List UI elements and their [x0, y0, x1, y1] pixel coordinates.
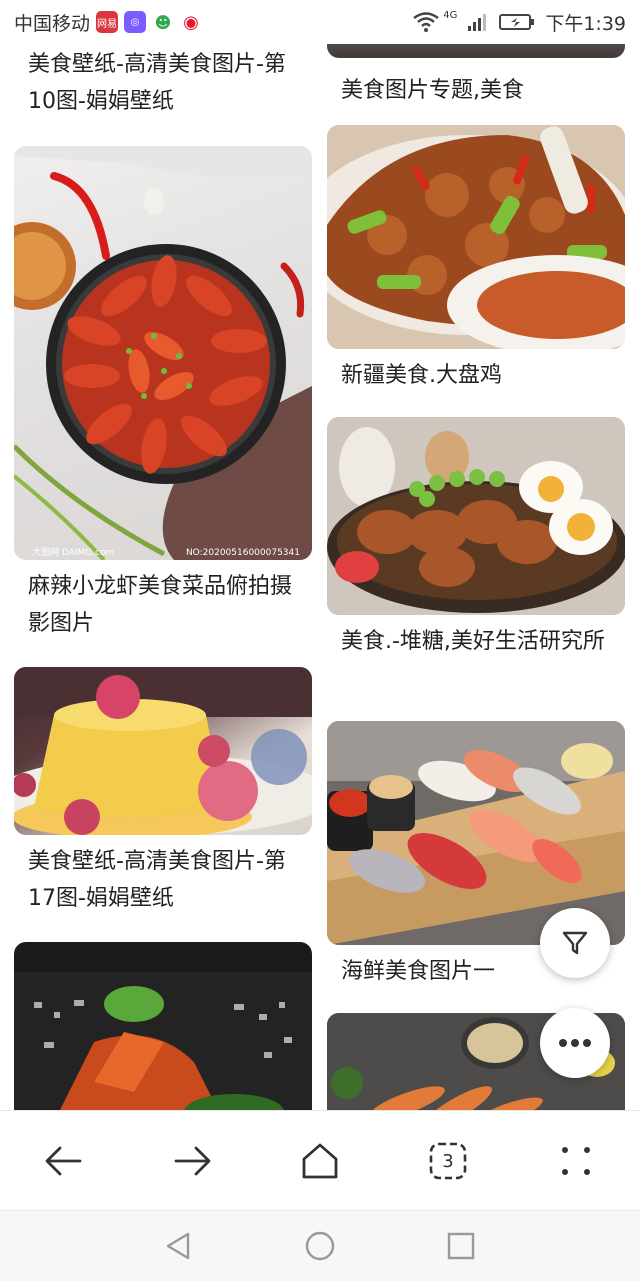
chat-app-icon: ◎ [124, 11, 147, 33]
grid-dots-icon [562, 1147, 590, 1175]
pudding-illustration [14, 667, 312, 835]
netease-app-icon: 网易 [96, 11, 119, 33]
browser-toolbar: 3 [0, 1110, 640, 1211]
forward-arrow-icon [174, 1146, 211, 1176]
card-caption[interactable]: 新疆美食.大盘鸡 [327, 357, 625, 394]
card-caption[interactable]: 美食图片专题,美食 [327, 72, 625, 109]
carrier-label: 中国移动 [14, 12, 91, 35]
signal-icon [468, 14, 487, 31]
crayfish-plate-illustration [14, 146, 312, 560]
filter-icon [562, 931, 588, 955]
feed-card[interactable]: 美食.-堆糖,美好生活研究所 [327, 417, 625, 660]
feed-card[interactable]: 美食图片专题,美食 [327, 44, 625, 109]
image-feed[interactable]: 美食壁纸-高清美食图片-第10图-娟娟壁纸 大图网 DAIMG.com NO:2… [0, 44, 640, 1110]
wifi-icon [413, 12, 439, 32]
more-options-button[interactable] [540, 1008, 610, 1078]
big-plate-chicken-image[interactable] [327, 125, 625, 349]
back-arrow-icon [45, 1146, 82, 1176]
system-back-icon[interactable] [164, 1231, 194, 1261]
feed-card[interactable]: 美食壁纸-高清美食图片-第10图-娟娟壁纸 [14, 44, 312, 120]
feed-card[interactable]: 大图网 DAIMG.com NO:20200516000075341 麻辣小龙虾… [14, 146, 312, 642]
weibo-app-icon: ◉ [180, 11, 203, 33]
home-button[interactable] [280, 1121, 360, 1201]
image-watermark-id: NO:20200516000075341 [185, 548, 300, 558]
battery-icon [499, 14, 535, 30]
crayfish-image[interactable]: 大图网 DAIMG.com NO:20200516000075341 [14, 146, 312, 560]
status-right: 4G 下午1:39 [413, 9, 626, 36]
food-topic-image[interactable] [327, 44, 625, 58]
pudding-image[interactable] [14, 667, 312, 835]
feed-card[interactable] [14, 942, 312, 1110]
feed-card[interactable]: 新疆美食.大盘鸡 [327, 125, 625, 394]
card-caption[interactable]: 美食壁纸-高清美食图片-第10图-娟娟壁纸 [14, 46, 312, 120]
rice-bowl-illustration [327, 417, 625, 615]
status-bar: 中国移动 网易 ◎ ☻ ◉ 4G 下午1:39 [0, 0, 640, 44]
system-home-icon[interactable] [304, 1230, 336, 1262]
forward-button[interactable] [152, 1121, 232, 1201]
card-caption[interactable]: 美食.-堆糖,美好生活研究所 [327, 623, 625, 660]
home-icon [302, 1143, 338, 1179]
network-type: 4G [443, 9, 458, 21]
feed-card[interactable]: 美食壁纸-高清美食图片-第17图-娟娟壁纸 [14, 667, 312, 917]
tab-count: 3 [442, 1150, 454, 1172]
status-left: 中国移动 网易 ◎ ☻ ◉ [14, 9, 203, 36]
clock-time: 下午1:39 [545, 12, 626, 35]
big-plate-chicken-illustration [327, 125, 625, 349]
back-button[interactable] [24, 1121, 104, 1201]
grilled-dish-illustration [14, 972, 312, 1110]
grilled-dish-image[interactable] [14, 942, 312, 1110]
tabs-button[interactable]: 3 [408, 1121, 488, 1201]
filter-button[interactable] [540, 908, 610, 978]
menu-button[interactable] [536, 1121, 616, 1201]
image-watermark: 大图网 DAIMG.com [32, 548, 115, 558]
assistant-app-icon: ☻ [152, 11, 175, 33]
system-nav-bar [0, 1210, 640, 1281]
system-recents-icon[interactable] [446, 1231, 476, 1261]
card-caption[interactable]: 麻辣小龙虾美食菜品俯拍摄影图片 [14, 568, 312, 642]
rice-bowl-image[interactable] [327, 417, 625, 615]
more-dots-icon [559, 1039, 591, 1047]
card-caption[interactable]: 美食壁纸-高清美食图片-第17图-娟娟壁纸 [14, 843, 312, 917]
